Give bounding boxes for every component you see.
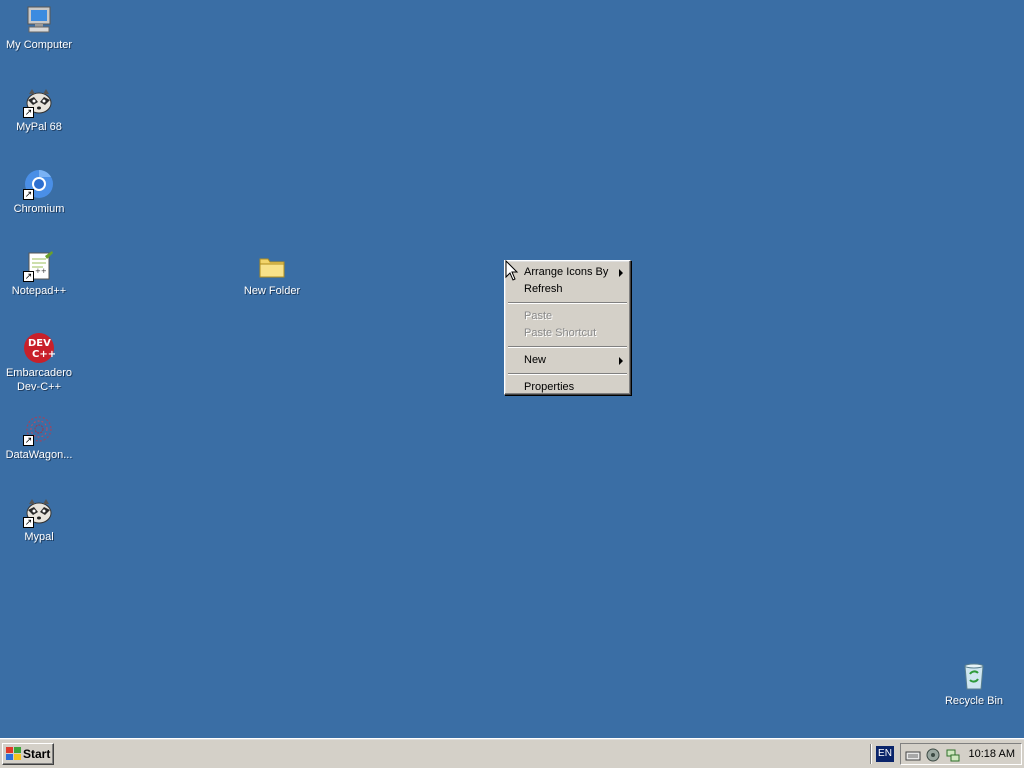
desktop-icon-label: Embarcadero Dev-C++	[5, 367, 73, 393]
desktop-icon-dev-cpp[interactable]: DEV C++ Embarcadero Dev-C++	[0, 332, 78, 394]
taskbar-separator	[870, 744, 872, 764]
submenu-arrow-icon	[619, 269, 623, 277]
desktop-icon-label: New Folder	[243, 285, 301, 297]
desktop-icon-label: MyPal 68	[16, 121, 62, 133]
menu-separator	[508, 302, 627, 304]
shortcut-arrow-icon: ↗	[23, 517, 34, 528]
my-computer-icon	[23, 4, 55, 36]
start-button[interactable]: Start	[2, 743, 54, 765]
datawagon-icon: ↗	[23, 414, 55, 446]
menu-separator	[508, 373, 627, 375]
menu-item-label: Paste Shortcut	[524, 327, 597, 339]
shortcut-arrow-icon: ↗	[23, 189, 34, 200]
raccoon-browser-icon: ↗	[23, 86, 55, 118]
svg-text:DEV: DEV	[28, 338, 51, 349]
desktop-icon-label: Mypal	[24, 531, 54, 543]
menu-item-arrange-icons-by[interactable]: Arrange Icons By	[507, 264, 628, 281]
menu-item-label: New	[524, 354, 547, 366]
notepad-plus-plus-icon: ++ ↗	[23, 250, 55, 282]
network-icon[interactable]	[945, 747, 961, 763]
shortcut-arrow-icon: ↗	[23, 107, 34, 118]
menu-item-label: Paste	[524, 310, 553, 322]
menu-item-refresh[interactable]: Refresh	[507, 281, 628, 298]
menu-item-label: Properties	[524, 381, 575, 393]
shortcut-arrow-icon: ↗	[23, 271, 34, 282]
desktop-icon-datawagon[interactable]: ↗ DataWagon...	[0, 414, 78, 462]
system-tray: 10:18 AM	[900, 743, 1022, 765]
raccoon-browser-icon: ↗	[23, 496, 55, 528]
menu-item-paste-shortcut[interactable]: Paste Shortcut	[507, 325, 628, 342]
menu-item-new[interactable]: New	[507, 352, 628, 369]
desktop-icon-recycle-bin[interactable]: Recycle Bin	[935, 660, 1013, 708]
desktop-icon-mypal[interactable]: ↗ Mypal	[0, 496, 78, 544]
desktop-icon-label: DataWagon...	[5, 449, 73, 461]
desktop-icon-mypal-68[interactable]: ↗ MyPal 68	[0, 86, 78, 134]
desktop-icon-label: My Computer	[5, 39, 73, 51]
recycle-bin-icon	[958, 660, 990, 692]
desktop-icon-label: Chromium	[13, 203, 65, 215]
menu-separator	[508, 346, 627, 348]
desktop-icon-new-folder[interactable]: New Folder	[233, 250, 311, 298]
windows-logo-icon	[6, 747, 21, 761]
submenu-arrow-icon	[619, 357, 623, 365]
desktop-context-menu: Arrange Icons By Refresh Paste Paste Sho…	[504, 260, 631, 395]
volume-icon[interactable]	[925, 747, 941, 763]
clock[interactable]: 10:18 AM	[969, 744, 1015, 764]
svg-text:C++: C++	[32, 349, 55, 360]
desktop-icon-notepad-plus-plus[interactable]: ++ ↗ Notepad++	[0, 250, 78, 298]
desktop-icon-chromium[interactable]: ↗ Chromium	[0, 168, 78, 216]
desktop-icon-my-computer[interactable]: My Computer	[0, 4, 78, 52]
menu-item-paste[interactable]: Paste	[507, 308, 628, 325]
desktop-icon-label: Notepad++	[11, 285, 67, 297]
start-label: Start	[23, 747, 51, 761]
menu-item-label: Arrange Icons By	[524, 266, 609, 278]
mouse-pointer-icon	[505, 259, 519, 282]
shortcut-arrow-icon: ↗	[23, 435, 34, 446]
keyboard-icon[interactable]	[905, 747, 921, 763]
menu-item-label: Refresh	[524, 283, 563, 295]
language-indicator[interactable]: EN	[876, 746, 894, 762]
desktop-icon-label: Recycle Bin	[944, 695, 1004, 707]
chromium-icon: ↗	[23, 168, 55, 200]
dev-cpp-icon: DEV C++	[23, 332, 56, 364]
svg-text:++: ++	[35, 267, 47, 275]
menu-item-properties[interactable]: Properties	[507, 379, 628, 396]
desktop[interactable]: My Computer ↗ MyPal 68 ↗ Chromium ++ ↗ N…	[0, 0, 1024, 738]
folder-icon	[256, 250, 288, 282]
